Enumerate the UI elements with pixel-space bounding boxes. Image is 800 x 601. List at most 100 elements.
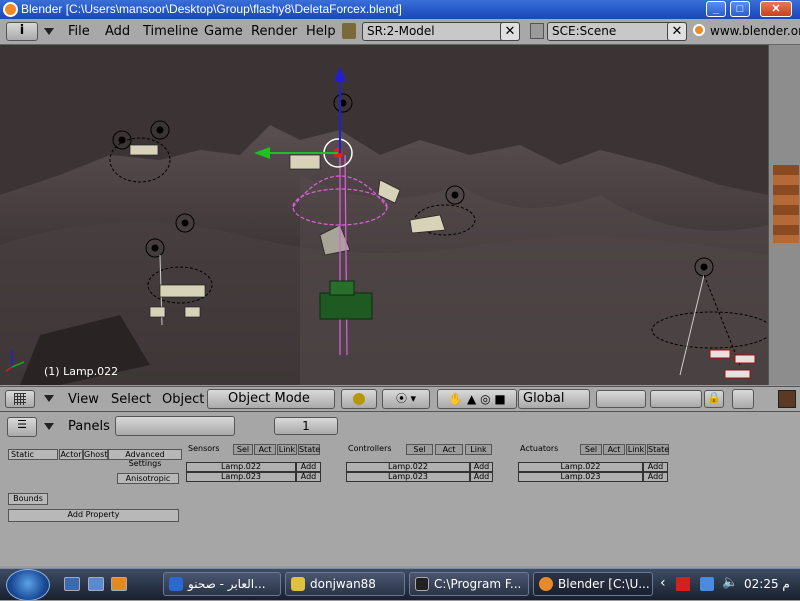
layer-buttons-1[interactable] — [596, 390, 646, 408]
actuator-add-button[interactable]: Add — [643, 462, 668, 472]
actuators-link-tab[interactable]: Link — [626, 444, 646, 455]
ghost-toggle[interactable]: Ghost — [83, 449, 108, 460]
maximize-button[interactable]: □ — [730, 1, 750, 17]
menu-game[interactable]: Game — [204, 24, 243, 39]
context-buttons[interactable] — [115, 416, 235, 436]
antivirus-icon[interactable] — [676, 577, 690, 591]
frame-number-field[interactable]: 1 — [274, 417, 338, 435]
collapse-triangle-icon[interactable] — [44, 395, 54, 402]
menu-object[interactable]: Object — [162, 392, 204, 407]
screen-delete-button[interactable]: ✕ — [500, 22, 520, 41]
controller-row[interactable]: Lamp.022 — [346, 462, 470, 472]
sensors-state-tab[interactable]: State — [298, 444, 320, 455]
controller-row[interactable]: Lamp.023 — [346, 472, 470, 482]
controllers-link-tab[interactable]: Link — [465, 444, 492, 455]
screen-field-value: SR:2-Model — [367, 24, 435, 38]
manipulator-buttons[interactable]: ✋ ▲ ◎ ■ — [437, 389, 517, 409]
actor-toggle[interactable]: Actor — [59, 449, 83, 460]
editor-type-button[interactable]: ☰ — [7, 417, 37, 437]
actuators-sel-tab[interactable]: Sel — [580, 444, 602, 455]
actuators-state-tab[interactable]: State — [647, 444, 669, 455]
sensor-row[interactable]: Lamp.022 — [186, 462, 296, 472]
draw-type-select[interactable] — [341, 389, 377, 409]
window-titlebar[interactable]: Blender [C:\Users\mansoor\Desktop\Group\… — [0, 0, 800, 19]
user-avatar-icon — [778, 390, 796, 408]
controllers-sel-tab[interactable]: Sel — [406, 444, 433, 455]
scene-render — [0, 45, 768, 385]
right-sidebar — [768, 45, 800, 385]
task-browser[interactable]: العابر - صحنو... — [163, 572, 281, 596]
collapse-triangle-icon[interactable] — [44, 423, 54, 430]
physics-type-select[interactable]: Static — [8, 449, 58, 460]
actuator-row[interactable]: Lamp.022 — [518, 462, 643, 472]
info-icon: i — [19, 23, 25, 38]
sensors-sel-tab[interactable]: Sel — [233, 444, 253, 455]
sensor-add-button[interactable]: Add — [296, 472, 321, 482]
actuator-row[interactable]: Lamp.023 — [518, 472, 643, 482]
menu-render[interactable]: Render — [251, 24, 297, 39]
controller-add-button[interactable]: Add — [470, 472, 493, 482]
minimize-button[interactable]: _ — [706, 1, 726, 17]
active-object-label: (1) Lamp.022 — [44, 365, 119, 378]
network-icon[interactable] — [700, 577, 714, 591]
scene-field-value: SCE:Scene — [552, 24, 617, 38]
scene-browse-icon[interactable] — [530, 23, 544, 39]
start-button[interactable] — [6, 569, 50, 601]
screen-field[interactable]: SR:2-Model ✕ — [362, 22, 520, 41]
menu-add[interactable]: Add — [105, 24, 130, 39]
advanced-settings-button[interactable]: Advanced Settings — [108, 449, 182, 468]
window-title: Blender [C:\Users\mansoor\Desktop\Group\… — [21, 2, 402, 16]
lock-icon[interactable]: 🔒 — [704, 390, 724, 408]
blender-url[interactable]: www.blender.org — [710, 24, 800, 38]
editor-type-button[interactable] — [5, 390, 35, 408]
task-label: Blender [C:\U... — [558, 577, 650, 591]
switch-windows-icon[interactable] — [88, 577, 104, 591]
volume-icon[interactable]: 🔈 — [722, 575, 738, 590]
wood-texture-preview — [773, 165, 799, 243]
console-icon — [415, 577, 429, 591]
window-type-button[interactable]: i — [6, 22, 38, 41]
add-property-button[interactable]: Add Property — [8, 509, 179, 522]
controllers-act-tab[interactable]: Act — [435, 444, 463, 455]
collapse-triangle-icon[interactable] — [44, 28, 54, 35]
orientation-select[interactable]: Global — [518, 389, 590, 409]
sensors-link-tab[interactable]: Link — [277, 444, 297, 455]
menu-help[interactable]: Help — [306, 24, 336, 39]
pivot-select[interactable]: ⦿ ▾ — [382, 389, 430, 409]
screen-browse-icon[interactable] — [342, 23, 356, 39]
buttons-window: ☰ Panels 1 — [0, 412, 800, 566]
sensor-row[interactable]: Lamp.023 — [186, 472, 296, 482]
clock[interactable]: 02:25 م — [744, 577, 790, 591]
blender-org-icon — [693, 24, 705, 36]
show-desktop-icon[interactable] — [64, 577, 80, 591]
blender-icon — [539, 577, 553, 591]
actuator-add-button[interactable]: Add — [643, 472, 668, 482]
3d-viewport[interactable]: (1) Lamp.022 — [0, 45, 768, 385]
task-blender[interactable]: Blender [C:\U... — [533, 572, 653, 596]
close-button[interactable]: ✕ — [760, 1, 792, 17]
panels-menu[interactable]: Panels — [68, 419, 110, 434]
tray-expand-icon[interactable]: ‹ — [660, 575, 666, 591]
task-folder[interactable]: donjwan88 — [285, 572, 405, 596]
scene-field[interactable]: SCE:Scene ✕ — [547, 22, 687, 41]
sensors-act-tab[interactable]: Act — [254, 444, 276, 455]
media-player-icon[interactable] — [111, 577, 127, 591]
menu-file[interactable]: File — [68, 24, 90, 39]
main-menubar: i File Add Timeline Game Render Help SR:… — [0, 19, 800, 45]
scene-delete-button[interactable]: ✕ — [667, 22, 687, 41]
sensor-add-button[interactable]: Add — [296, 462, 321, 472]
actuators-act-tab[interactable]: Act — [603, 444, 625, 455]
bounds-toggle[interactable]: Bounds — [8, 493, 48, 505]
controller-add-button[interactable]: Add — [470, 462, 493, 472]
menu-timeline[interactable]: Timeline — [143, 24, 198, 39]
render-button[interactable] — [732, 389, 754, 409]
task-console[interactable]: C:\Program F... — [409, 572, 529, 596]
mode-select[interactable]: Object Mode — [207, 389, 335, 409]
ie-icon — [169, 577, 183, 591]
layer-buttons-2[interactable] — [650, 390, 702, 408]
task-label: العابر - صحنو... — [188, 577, 266, 591]
shading-sphere-icon — [353, 393, 365, 405]
menu-select[interactable]: Select — [111, 392, 151, 407]
menu-view[interactable]: View — [68, 392, 99, 407]
anisotropic-toggle[interactable]: Anisotropic — [117, 473, 179, 484]
